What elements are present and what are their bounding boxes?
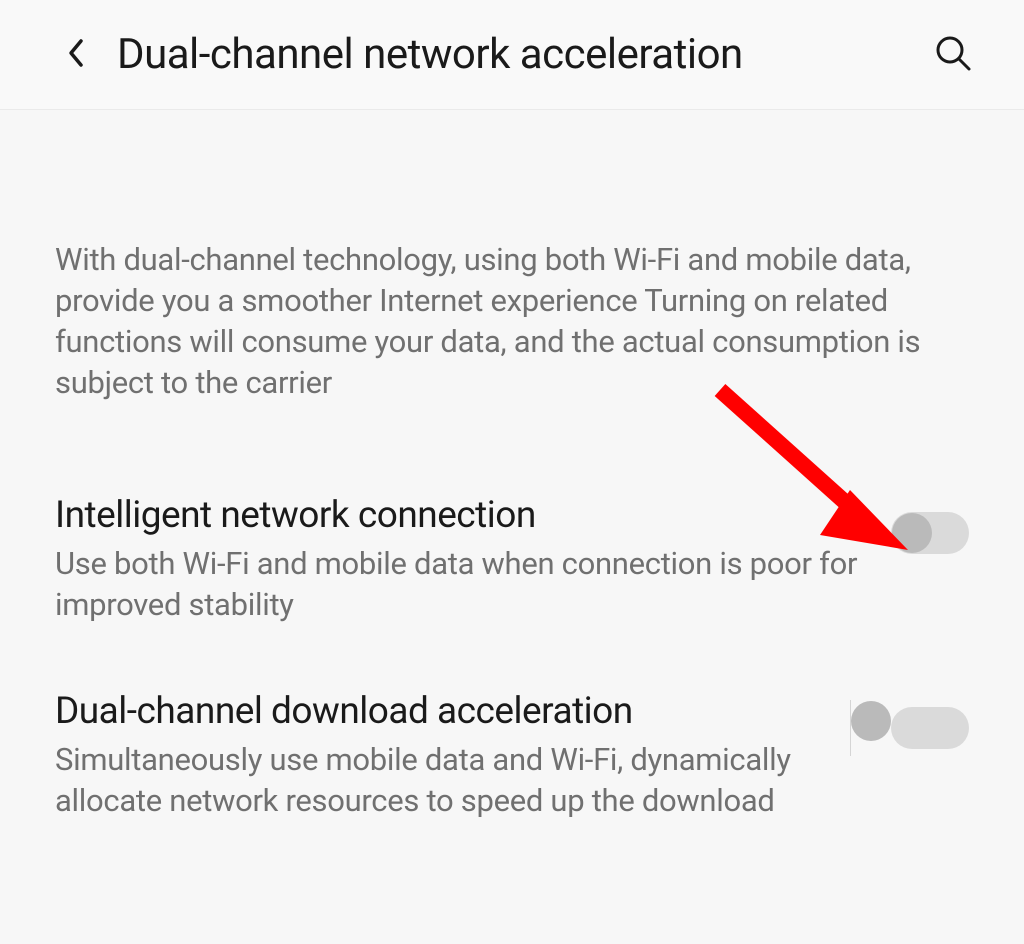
toggle-knob xyxy=(892,513,932,553)
search-icon xyxy=(934,34,972,76)
toggle-knob xyxy=(851,701,891,741)
setting-description: Use both Wi-Fi and mobile data when conn… xyxy=(55,544,879,626)
vertical-divider xyxy=(850,700,851,756)
page-header: Dual-channel network acceleration xyxy=(0,0,1024,110)
setting-intelligent-network[interactable]: Intelligent network connection Use both … xyxy=(55,494,969,626)
setting-description: Simultaneously use mobile data and Wi-Fi… xyxy=(55,740,879,822)
page-title: Dual-channel network acceleration xyxy=(117,30,932,79)
back-button[interactable] xyxy=(60,39,92,71)
setting-dual-channel-download[interactable]: Dual-channel download acceleration Simul… xyxy=(55,690,969,822)
setting-title: Intelligent network connection xyxy=(55,494,879,537)
intro-description: With dual-channel technology, using both… xyxy=(55,240,969,404)
search-button[interactable] xyxy=(932,34,974,76)
chevron-left-icon xyxy=(67,38,85,72)
toggle-dual-channel-download[interactable] xyxy=(891,707,969,749)
setting-title: Dual-channel download acceleration xyxy=(55,690,879,733)
content-area: With dual-channel technology, using both… xyxy=(0,110,1024,822)
toggle-intelligent-network[interactable] xyxy=(891,512,969,554)
